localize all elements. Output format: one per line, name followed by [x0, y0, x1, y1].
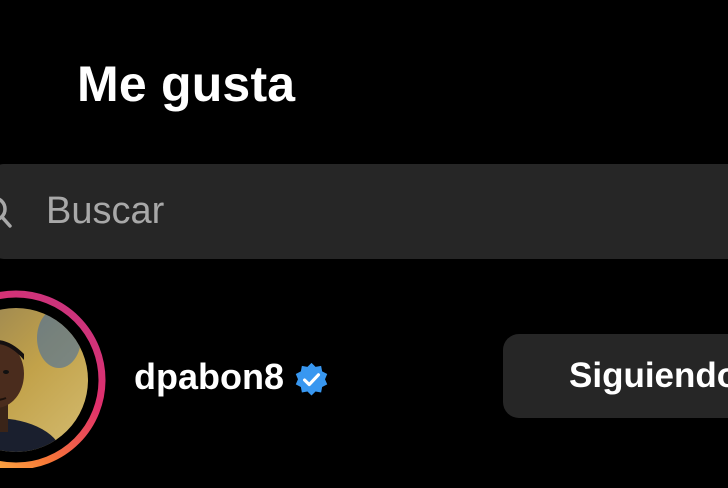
- page-title: Me gusta: [77, 56, 296, 112]
- username[interactable]: dpabon8: [134, 355, 284, 399]
- list-item[interactable]: dpabon8 Siguiendo: [0, 282, 728, 472]
- search-icon: [0, 197, 12, 228]
- search-bar[interactable]: [0, 164, 728, 259]
- verified-badge-icon: [295, 362, 328, 396]
- avatar[interactable]: [0, 288, 106, 468]
- search-input[interactable]: [46, 180, 546, 242]
- following-button[interactable]: Siguiendo: [503, 334, 728, 418]
